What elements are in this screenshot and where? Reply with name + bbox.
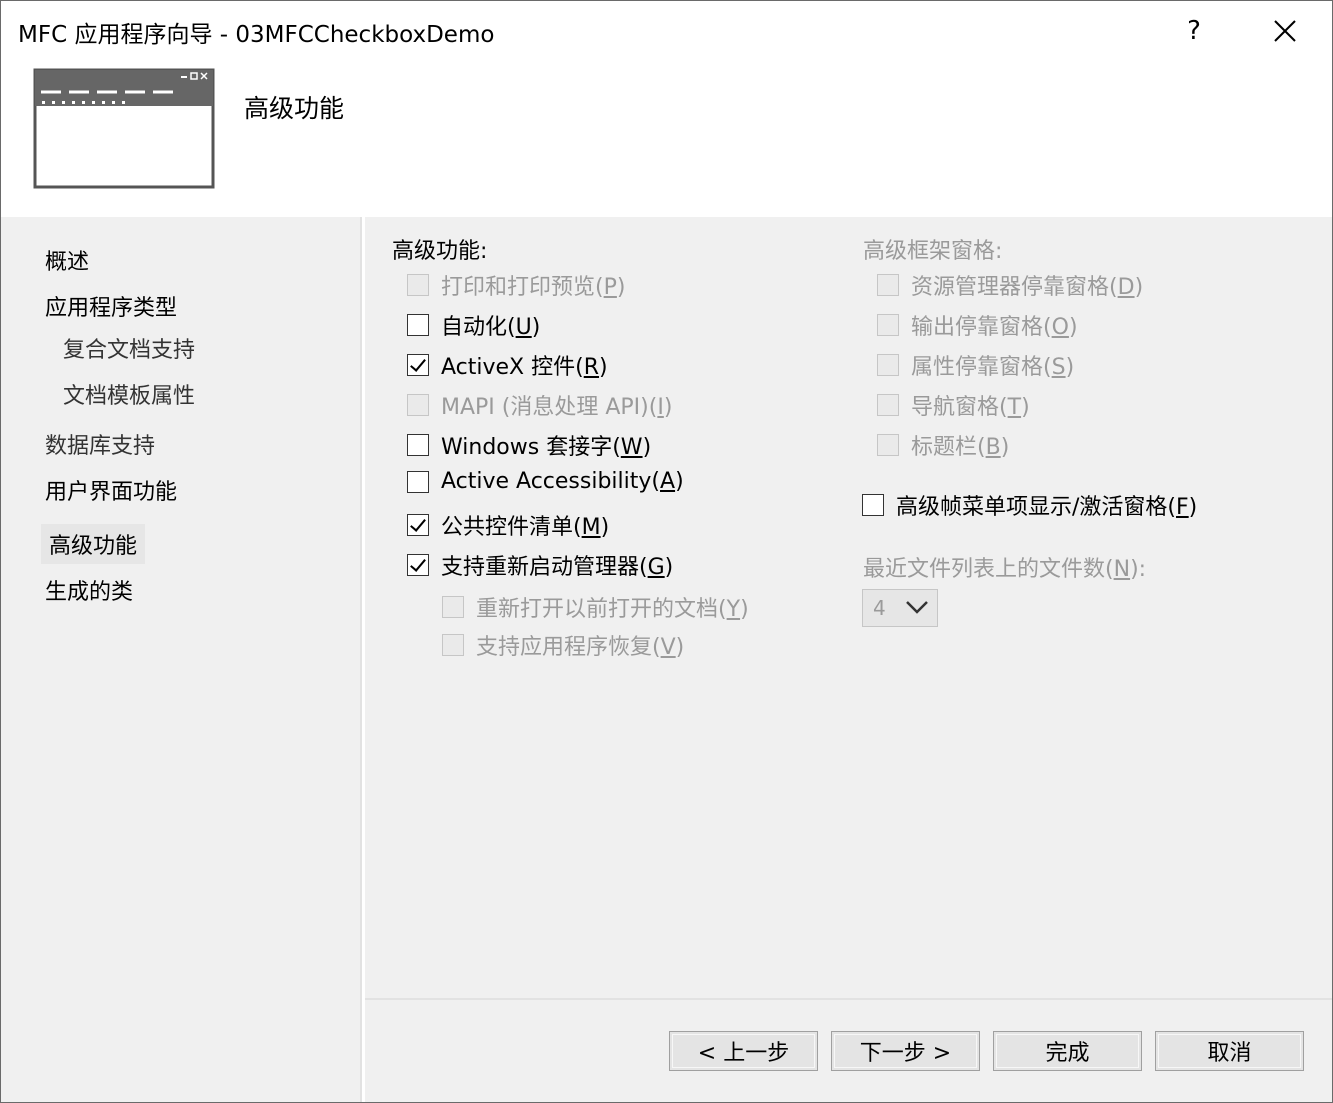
application-recovery-key: V xyxy=(660,635,676,660)
output-pane-key: O xyxy=(1051,315,1069,340)
recent-files-suffix: : xyxy=(1138,557,1147,582)
recent-files-label: 最近文件列表上的文件数(N): xyxy=(863,557,1147,582)
common-control-manifest-checkbox[interactable] xyxy=(407,514,429,536)
checkbox-windows-sockets[interactable]: Windows 套接字(W) xyxy=(407,429,651,461)
recent-files-text: 最近文件列表上的文件数 xyxy=(863,557,1106,582)
checkbox-print-preview: 打印和打印预览(P) xyxy=(407,269,625,301)
active-accessibility-checkbox[interactable] xyxy=(407,470,429,493)
help-button[interactable]: ? xyxy=(1168,9,1220,53)
activex-label: ActiveX 控件 xyxy=(441,355,576,380)
sidebar-item-document-template[interactable]: 文档模板属性 xyxy=(63,378,195,410)
caption-bar-label: 标题栏 xyxy=(911,435,978,460)
sidebar: 概述 应用程序类型 复合文档支持 文档模板属性 数据库支持 用户界面功能 高级功… xyxy=(1,217,362,1102)
close-button[interactable] xyxy=(1259,9,1311,53)
frame-menu-toggle-key: F xyxy=(1176,495,1189,520)
finish-button[interactable]: 完成 xyxy=(993,1031,1142,1071)
close-icon xyxy=(1274,20,1296,42)
explorer-pane-label: 资源管理器停靠窗格 xyxy=(911,275,1110,300)
print-preview-checkbox xyxy=(407,274,429,296)
application-recovery-checkbox xyxy=(442,634,464,656)
checkbox-restart-manager[interactable]: 支持重新启动管理器(G) xyxy=(407,549,673,581)
common-control-manifest-key: M xyxy=(581,515,601,540)
recent-files-count-value: 4 xyxy=(873,596,886,620)
checkbox-automation[interactable]: 自动化(U) xyxy=(407,309,540,341)
print-preview-key: P xyxy=(603,275,617,300)
sidebar-item-application-type[interactable]: 应用程序类型 xyxy=(45,290,177,322)
recent-files-key: N xyxy=(1113,557,1131,582)
restart-manager-label: 支持重新启动管理器 xyxy=(441,555,640,580)
title-bar: MFC 应用程序向导 - 03MFCCheckboxDemo ? xyxy=(1,1,1332,61)
cancel-button-label: 取消 xyxy=(1207,1041,1252,1066)
active-accessibility-label: Active Accessibility xyxy=(441,469,652,494)
checkbox-mapi: MAPI (消息处理 API)(I) xyxy=(407,389,672,421)
next-button[interactable]: 下一步 > xyxy=(831,1031,980,1071)
sidebar-item-advanced-features[interactable]: 高级功能 xyxy=(41,524,146,564)
app-window-icon xyxy=(33,68,215,189)
windows-sockets-key: W xyxy=(620,435,643,460)
page-title: 高级功能 xyxy=(244,94,345,123)
checkbox-properties-pane: 属性停靠窗格(S) xyxy=(877,349,1074,381)
sidebar-item-overview[interactable]: 概述 xyxy=(45,244,89,276)
sidebar-item-generated-classes[interactable]: 生成的类 xyxy=(45,574,133,606)
explorer-pane-key: D xyxy=(1117,275,1135,300)
mapi-key: I xyxy=(657,395,664,420)
automation-checkbox[interactable] xyxy=(407,314,429,336)
checkbox-navigation-pane: 导航窗格(T) xyxy=(877,389,1030,421)
frame-menu-toggle-label: 高级帧菜单项显示/激活窗格 xyxy=(896,495,1168,520)
wizard-window: MFC 应用程序向导 - 03MFCCheckboxDemo ? 高级功能 概述… xyxy=(0,0,1333,1103)
navigation-pane-checkbox xyxy=(877,394,899,416)
restart-manager-checkbox[interactable] xyxy=(407,554,429,576)
windows-sockets-label: Windows 套接字 xyxy=(441,435,613,460)
navigation-pane-key: T xyxy=(1007,395,1022,420)
advanced-features-label: 高级功能: xyxy=(392,239,488,264)
sidebar-item-ui-features[interactable]: 用户界面功能 xyxy=(45,474,177,506)
checkbox-output-pane: 输出停靠窗格(O) xyxy=(877,309,1078,341)
checkbox-caption-bar: 标题栏(B) xyxy=(877,429,1009,461)
mapi-label: MAPI (消息处理 API) xyxy=(441,395,649,420)
checkbox-frame-menu-toggle[interactable]: 高级帧菜单项显示/激活窗格(F) xyxy=(862,489,1197,521)
checkbox-common-control-manifest[interactable]: 公共控件清单(M) xyxy=(407,509,609,541)
reopen-documents-checkbox xyxy=(442,596,464,618)
recent-files-count-select[interactable]: 4 xyxy=(862,589,938,627)
properties-pane-label: 属性停靠窗格 xyxy=(911,355,1044,380)
properties-pane-checkbox xyxy=(877,354,899,376)
finish-button-label: 完成 xyxy=(1045,1041,1090,1066)
automation-key: U xyxy=(515,315,532,340)
frame-panes-label: 高级框架窗格: xyxy=(863,239,1003,264)
output-pane-label: 输出停靠窗格 xyxy=(911,315,1044,340)
windows-sockets-checkbox[interactable] xyxy=(407,434,429,456)
properties-pane-key: S xyxy=(1051,355,1066,380)
caption-bar-checkbox xyxy=(877,434,899,456)
next-button-label: 下一步 > xyxy=(859,1041,952,1066)
checkbox-active-accessibility[interactable]: Active Accessibility(A) xyxy=(407,469,684,494)
cancel-button[interactable]: 取消 xyxy=(1155,1031,1304,1071)
chevron-down-icon xyxy=(906,601,928,614)
reopen-documents-label: 重新打开以前打开的文档 xyxy=(476,597,719,622)
back-button-label: < 上一步 xyxy=(697,1041,790,1066)
footer-divider xyxy=(365,998,1332,1000)
window-title: MFC 应用程序向导 - 03MFCCheckboxDemo xyxy=(18,22,495,48)
automation-label: 自动化 xyxy=(441,315,508,340)
back-button[interactable]: < 上一步 xyxy=(669,1031,818,1071)
frame-menu-toggle-checkbox[interactable] xyxy=(862,494,884,516)
checkbox-reopen-documents: 重新打开以前打开的文档(Y) xyxy=(442,591,749,623)
mapi-checkbox xyxy=(407,394,429,416)
output-pane-checkbox xyxy=(877,314,899,336)
activex-checkbox[interactable] xyxy=(407,354,429,376)
navigation-pane-label: 导航窗格 xyxy=(911,395,1000,420)
restart-manager-key: G xyxy=(647,555,665,580)
activex-key: R xyxy=(583,355,600,380)
sidebar-item-compound-document[interactable]: 复合文档支持 xyxy=(63,332,195,364)
application-recovery-label: 支持应用程序恢复 xyxy=(476,635,653,660)
checkbox-application-recovery: 支持应用程序恢复(V) xyxy=(442,629,684,661)
print-preview-label: 打印和打印预览 xyxy=(441,275,596,300)
active-accessibility-key: A xyxy=(660,469,676,494)
checkbox-activex[interactable]: ActiveX 控件(R) xyxy=(407,349,608,381)
caption-bar-key: B xyxy=(985,435,1001,460)
checkbox-explorer-pane: 资源管理器停靠窗格(D) xyxy=(877,269,1143,301)
explorer-pane-checkbox xyxy=(877,274,899,296)
sidebar-item-database-support[interactable]: 数据库支持 xyxy=(45,428,155,460)
reopen-documents-key: Y xyxy=(726,597,741,622)
common-control-manifest-label: 公共控件清单 xyxy=(441,515,574,540)
